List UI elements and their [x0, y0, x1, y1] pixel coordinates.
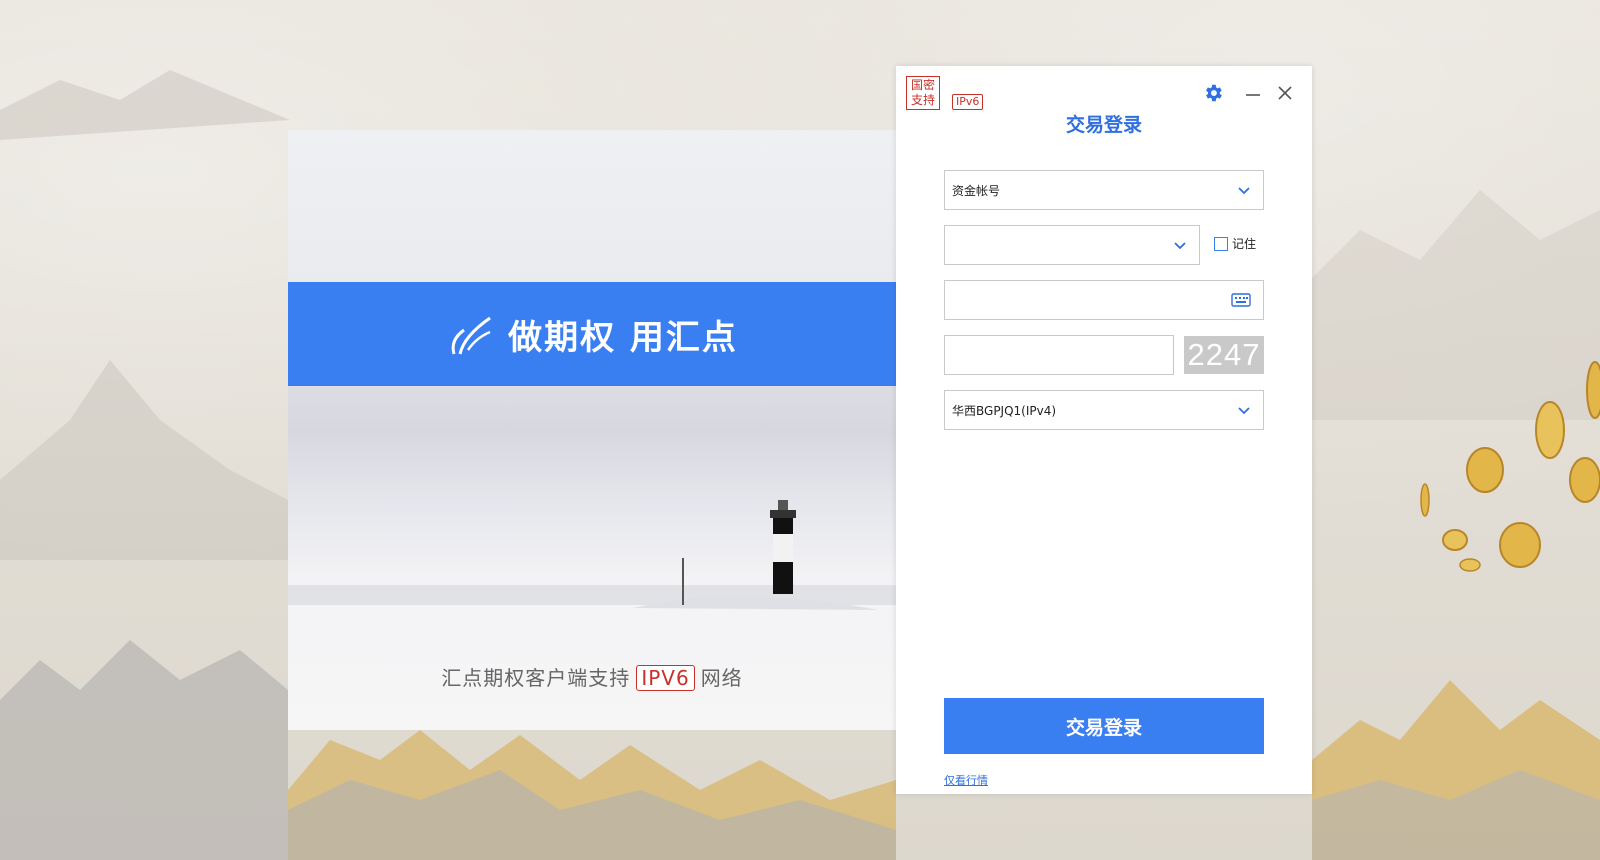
badge-gm-line2: 支持	[910, 93, 935, 107]
account-type-select[interactable]: 资金帐号	[944, 170, 1264, 210]
chevron-down-icon	[1238, 407, 1250, 415]
login-button[interactable]: 交易登录	[944, 698, 1264, 754]
quote-only-link[interactable]: 仅看行情	[944, 772, 988, 788]
remember-account[interactable]: 记住	[1214, 235, 1256, 252]
login-dialog: 国密 支持 IPv6 交易登录 资金帐号 记住 2247 华西BGPJQ1(IP…	[896, 66, 1312, 794]
password-field[interactable]	[944, 280, 1264, 320]
guomi-support-badge: 国密 支持	[906, 76, 940, 110]
gear-icon	[1206, 84, 1222, 102]
captcha-image[interactable]: 2247	[1184, 336, 1264, 374]
settings-button[interactable]	[1202, 82, 1224, 108]
captcha-field[interactable]	[944, 335, 1174, 375]
captcha-input[interactable]	[952, 336, 1173, 374]
remember-checkbox[interactable]	[1214, 236, 1228, 251]
ipv6-badge: IPv6	[952, 94, 984, 110]
close-button[interactable]	[1276, 84, 1294, 106]
huidian-logo-icon	[451, 316, 491, 355]
gold-coins-decoration	[1420, 361, 1600, 572]
tagline-ipv6-tag: IPV6	[636, 665, 695, 691]
minimize-button[interactable]	[1244, 86, 1262, 108]
slogan-text: 做期权 用汇点	[508, 317, 738, 358]
password-input[interactable]	[952, 281, 1263, 319]
account-number-combobox[interactable]	[944, 225, 1200, 265]
keyboard-icon[interactable]	[1231, 292, 1251, 308]
server-value: 华西BGPJQ1(IPv4)	[952, 403, 1057, 418]
slogan-strip: 做期权 用汇点	[288, 282, 896, 386]
server-select[interactable]: 华西BGPJQ1(IPv4)	[944, 390, 1264, 430]
tagline-after: 网络	[700, 666, 743, 690]
ipv6-tagline: 汇点期权客户端支持 IPV6 网络	[288, 662, 896, 691]
account-number-input[interactable]	[952, 226, 1199, 264]
close-icon	[1278, 86, 1292, 100]
tagline-before: 汇点期权客户端支持	[441, 666, 631, 690]
remember-label: 记住	[1232, 237, 1257, 251]
chevron-down-icon[interactable]	[1173, 239, 1187, 253]
dialog-title: 交易登录	[1065, 114, 1142, 136]
account-type-value: 资金帐号	[952, 183, 1001, 198]
promo-banner: 做期权 用汇点 汇点期权客户端支持 IPV6 网络	[288, 130, 896, 730]
lighthouse-image	[288, 500, 896, 610]
chevron-down-icon	[1238, 187, 1250, 195]
minimize-icon	[1246, 94, 1260, 96]
badge-gm-line1: 国密	[910, 78, 935, 92]
